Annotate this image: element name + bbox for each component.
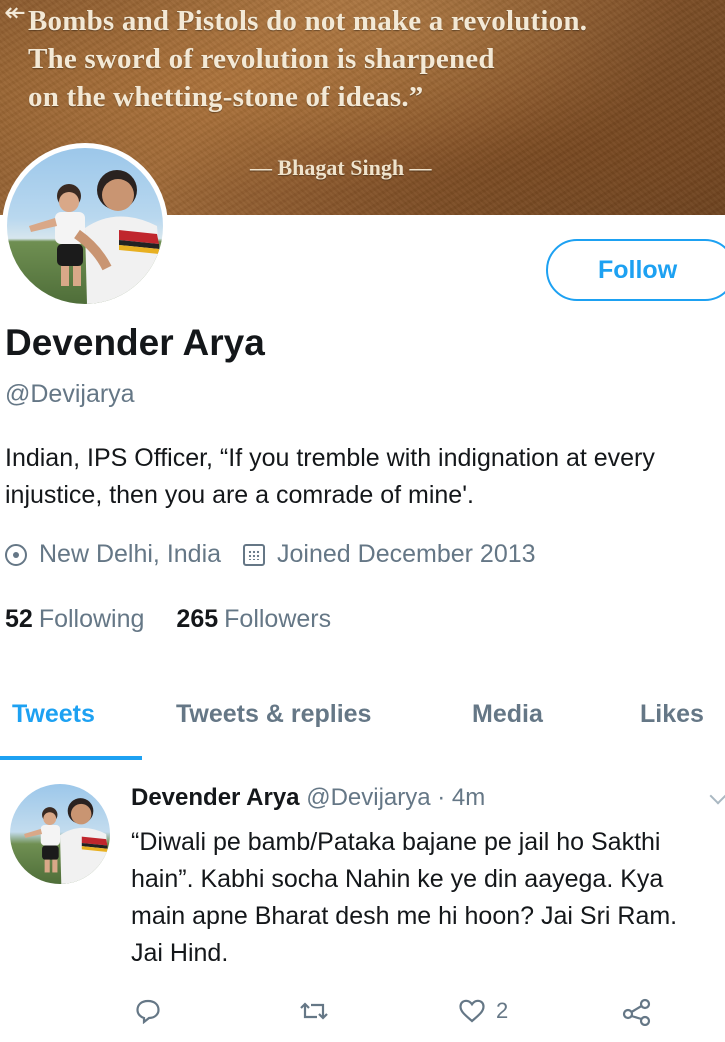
tab-tweets[interactable]: Tweets xyxy=(12,700,95,729)
retweet-icon xyxy=(300,1002,328,1020)
profile-location: New Delhi, India xyxy=(39,540,222,568)
profile-meta: New Delhi, India Joined December 2013 xyxy=(5,540,536,569)
back-arrow-icon[interactable]: ↞ xyxy=(4,0,26,28)
retweet-button[interactable] xyxy=(299,998,329,1024)
tweet-header: Devender Arya @Devijarya · 4m xyxy=(131,784,485,812)
following-count: 52 xyxy=(5,605,33,633)
quote-author: — Bhagat Singh — xyxy=(250,155,432,180)
avatar-photo xyxy=(7,148,163,304)
tweet-handle-time: @Devijarya · 4m xyxy=(306,784,486,811)
like-icon xyxy=(459,999,485,1023)
tweet-avatar[interactable] xyxy=(10,784,110,884)
profile-bio: Indian, IPS Officer, “If you tremble wit… xyxy=(5,444,655,509)
profile-avatar[interactable] xyxy=(2,143,168,309)
profile-name: Devender Arya xyxy=(5,322,265,363)
following-label: Following xyxy=(38,605,145,633)
tweet-actions: 2 xyxy=(0,998,725,1034)
followers-label: Followers xyxy=(224,605,332,633)
quote-line-1: Bombs and Pistols do not make a revoluti… xyxy=(28,5,588,37)
followers-count: 265 xyxy=(176,605,219,633)
share-button[interactable] xyxy=(622,998,652,1026)
followers-link[interactable]: 265 Followers xyxy=(176,605,331,634)
quote-line-2: The sword of revolution is sharpened xyxy=(28,43,495,75)
banner-quote: Bombs and Pistols do not make a revoluti… xyxy=(28,2,725,116)
reply-icon xyxy=(136,999,160,1024)
like-button[interactable]: 2 xyxy=(458,998,508,1024)
tab-media[interactable]: Media xyxy=(472,700,543,729)
tweet-text: “Diwali pe bamb/Pataka bajane pe jail ho… xyxy=(131,828,678,967)
profile-stats: 52 Following 265 Followers xyxy=(5,605,331,634)
profile-tabs: Tweets Tweets & replies Media Likes xyxy=(0,690,725,760)
tab-tweets-replies[interactable]: Tweets & replies xyxy=(176,700,371,729)
tweet-avatar-illustration xyxy=(24,798,110,884)
tab-likes[interactable]: Likes xyxy=(640,700,704,729)
calendar-icon xyxy=(243,543,266,566)
tweet-menu-chevron-icon[interactable] xyxy=(709,787,725,805)
profile-joined: Joined December 2013 xyxy=(277,540,536,568)
tweet-author-name[interactable]: Devender Arya xyxy=(131,784,300,811)
quote-line-3: on the whetting-stone of ideas.” xyxy=(28,81,424,113)
like-count: 2 xyxy=(496,998,509,1023)
profile-handle: @Devijarya xyxy=(5,380,135,408)
location-pin-icon xyxy=(5,543,27,566)
reply-button[interactable] xyxy=(135,998,161,1024)
following-link[interactable]: 52 Following xyxy=(5,605,144,634)
follow-button[interactable]: Follow xyxy=(546,239,725,301)
share-icon xyxy=(622,998,651,1026)
active-tab-indicator xyxy=(0,756,142,760)
avatar-people-illustration xyxy=(29,170,163,304)
